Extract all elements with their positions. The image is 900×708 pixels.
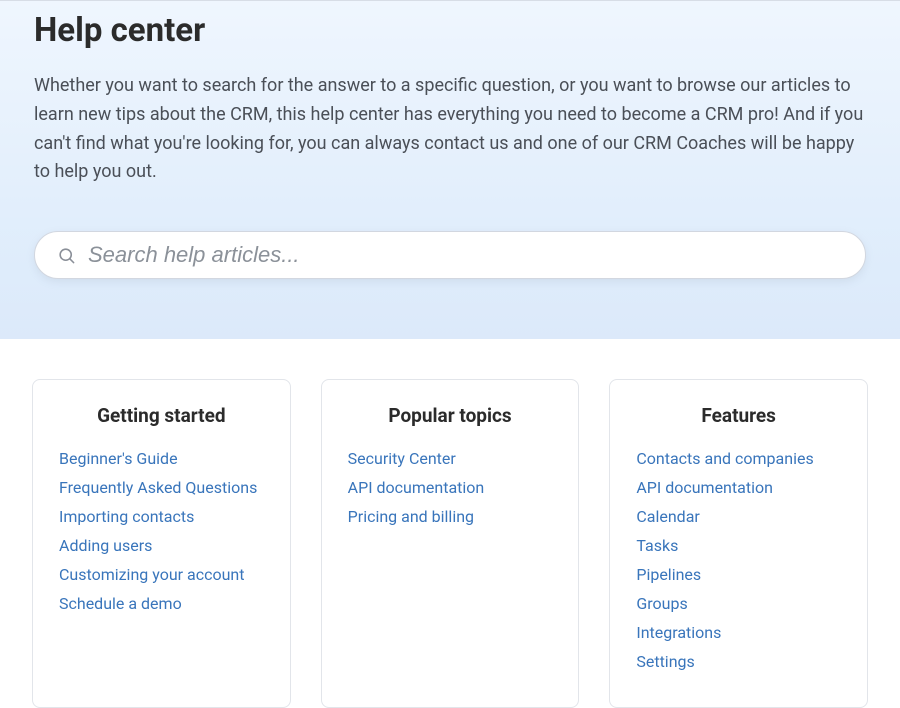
hero-section: Help center Whether you want to search f… <box>0 0 900 339</box>
help-link[interactable]: Groups <box>636 594 687 613</box>
cards-row: Getting started Beginner's Guide Frequen… <box>0 339 900 708</box>
card-title: Popular topics <box>348 404 553 427</box>
help-link[interactable]: Settings <box>636 652 694 671</box>
search-input[interactable] <box>76 242 841 268</box>
help-link[interactable]: Pipelines <box>636 565 701 584</box>
card-links-list: Security Center API documentation Pricin… <box>348 449 553 526</box>
help-link[interactable]: API documentation <box>348 478 485 497</box>
card-popular-topics: Popular topics Security Center API docum… <box>321 379 580 708</box>
card-links-list: Beginner's Guide Frequently Asked Questi… <box>59 449 264 613</box>
search-container[interactable] <box>34 231 866 279</box>
help-link[interactable]: Calendar <box>636 507 699 526</box>
page-title: Help center <box>34 11 866 50</box>
card-title: Features <box>636 404 841 427</box>
help-link[interactable]: API documentation <box>636 478 773 497</box>
help-link[interactable]: Beginner's Guide <box>59 449 178 468</box>
card-links-list: Contacts and companies API documentation… <box>636 449 841 671</box>
card-features: Features Contacts and companies API docu… <box>609 379 868 708</box>
help-link[interactable]: Importing contacts <box>59 507 194 526</box>
help-link[interactable]: Customizing your account <box>59 565 245 584</box>
help-link[interactable]: Adding users <box>59 536 152 555</box>
help-link[interactable]: Contacts and companies <box>636 449 813 468</box>
search-icon <box>57 246 76 265</box>
card-getting-started: Getting started Beginner's Guide Frequen… <box>32 379 291 708</box>
help-link[interactable]: Pricing and billing <box>348 507 474 526</box>
help-link[interactable]: Schedule a demo <box>59 594 182 613</box>
help-link[interactable]: Frequently Asked Questions <box>59 478 257 497</box>
help-link[interactable]: Integrations <box>636 623 721 642</box>
help-link[interactable]: Tasks <box>636 536 678 555</box>
page-intro: Whether you want to search for the answe… <box>34 72 866 187</box>
card-title: Getting started <box>59 404 264 427</box>
help-link[interactable]: Security Center <box>348 449 456 468</box>
